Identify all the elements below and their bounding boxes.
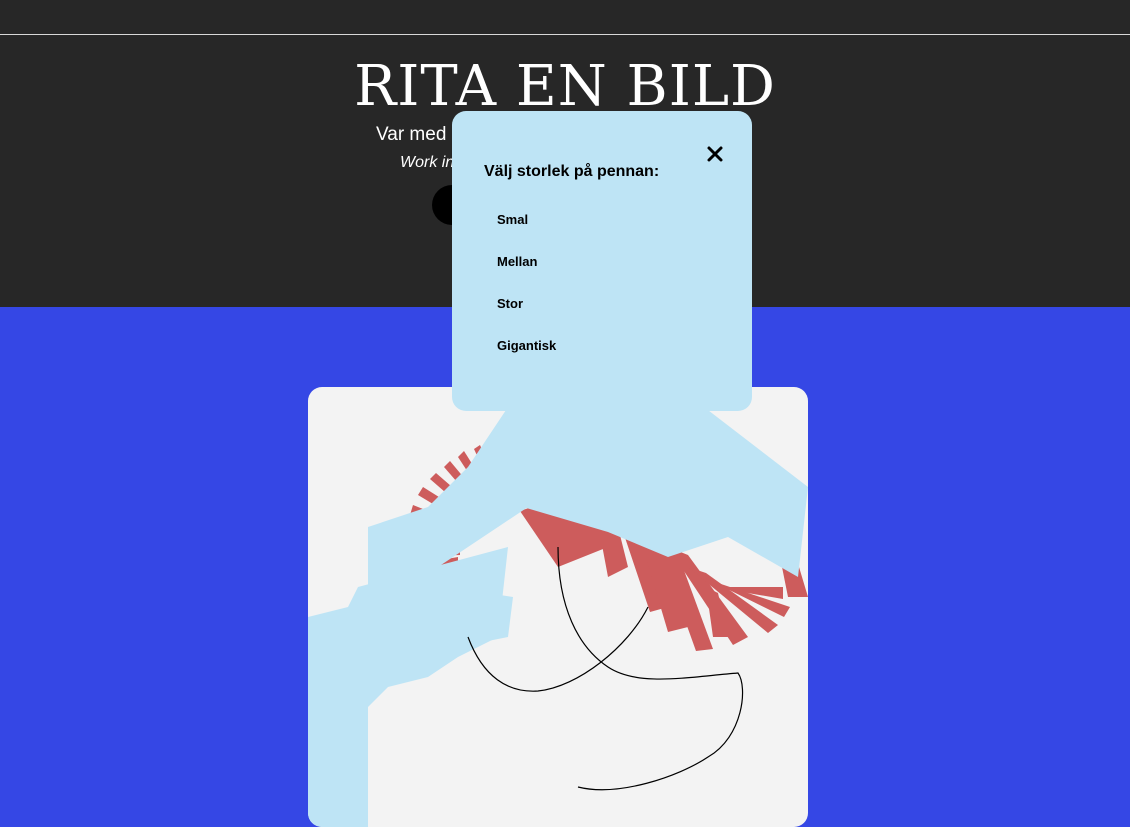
pen-size-list: Smal Mellan Stor Gigantisk <box>497 211 556 379</box>
pen-size-modal: Välj storlek på pennan: Smal Mellan Stor… <box>452 111 752 411</box>
top-bar <box>0 0 1130 35</box>
drawing-strokes <box>308 387 808 827</box>
pen-size-option-stor[interactable]: Stor <box>497 295 556 337</box>
page-title: RITA EN BILD <box>354 54 776 119</box>
close-modal-button[interactable] <box>704 143 726 165</box>
page-subtitle: Var med <box>376 124 447 145</box>
close-icon <box>707 146 723 162</box>
blue-stroke <box>308 387 808 827</box>
drawing-canvas[interactable] <box>308 387 808 827</box>
pen-size-option-mellan[interactable]: Mellan <box>497 253 556 295</box>
pen-size-option-smal[interactable]: Smal <box>497 211 556 253</box>
work-in-progress-note: Work in <box>400 154 455 171</box>
pen-size-option-gigantisk[interactable]: Gigantisk <box>497 337 556 379</box>
modal-heading: Välj storlek på pennan: <box>484 163 660 180</box>
